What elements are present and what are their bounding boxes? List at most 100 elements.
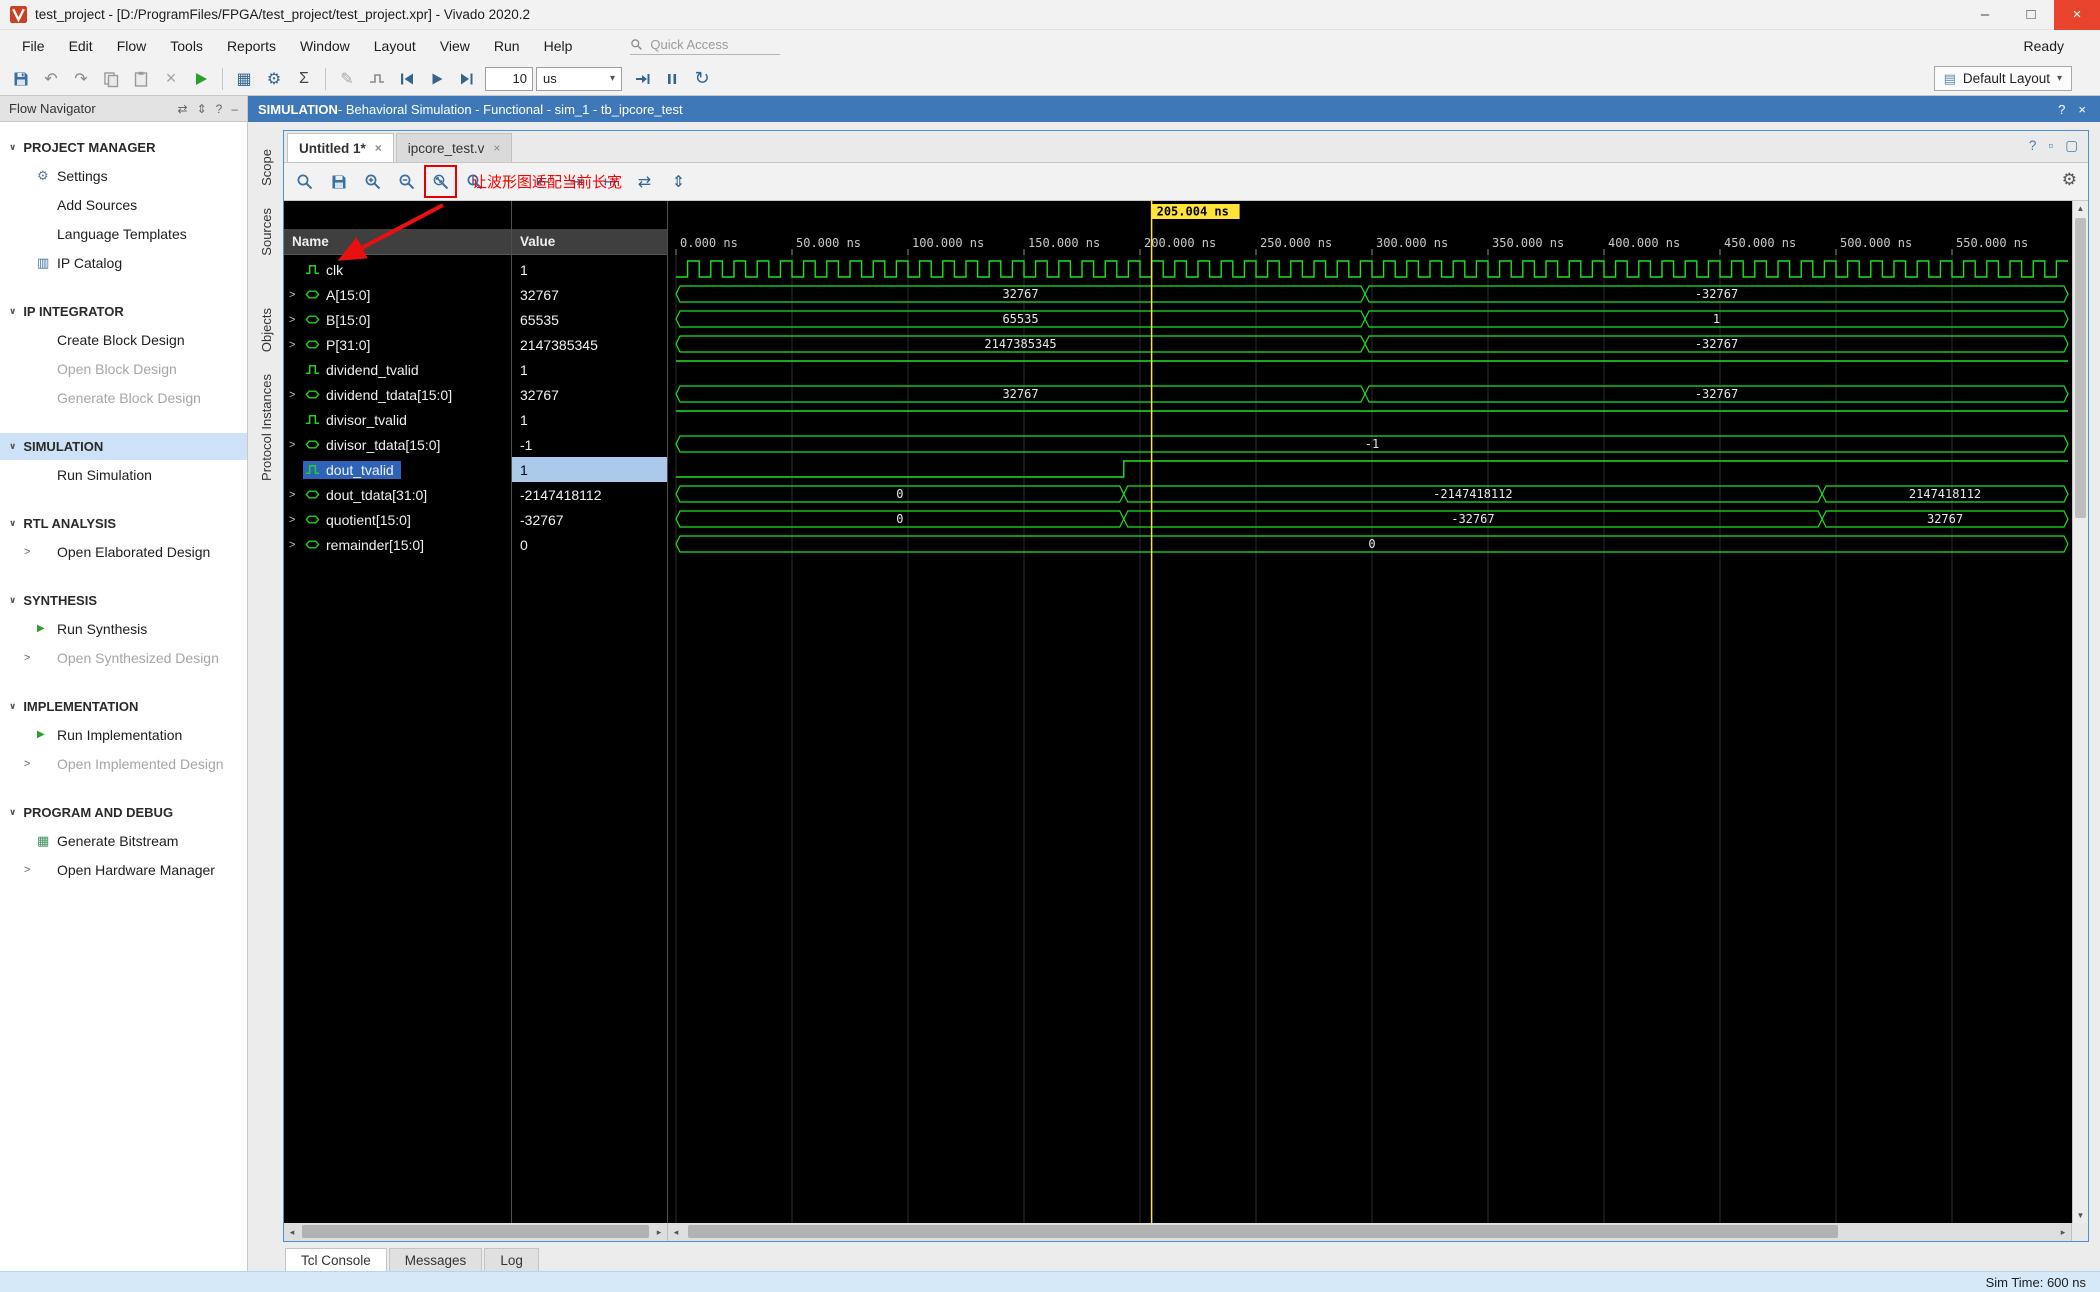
names-horizontal-scrollbar[interactable]: ◂ ▸	[284, 1223, 668, 1241]
zoom-out-icon[interactable]	[393, 168, 420, 195]
menu-tools[interactable]: Tools	[158, 33, 215, 59]
name-column-header[interactable]: Name	[284, 229, 511, 255]
menu-file[interactable]: File	[10, 33, 57, 59]
run-all-icon[interactable]	[422, 65, 452, 93]
expand-icon[interactable]: >	[289, 389, 303, 401]
waveform-canvas[interactable]: 0.000 ns 50.000 ns 100.000 ns 150.000 ns 200…	[668, 201, 2072, 1223]
flow-item-language-templates[interactable]: Language Templates	[0, 219, 247, 248]
float-icon[interactable]: ▫	[2048, 138, 2053, 154]
vertical-scrollbar[interactable]: ▲ ▼	[2072, 201, 2088, 1223]
flow-item-ip-catalog[interactable]: ▥ IP Catalog	[0, 248, 247, 277]
maximize-button[interactable]: □	[2008, 0, 2054, 30]
minimize-icon[interactable]: –	[231, 102, 238, 116]
help-icon[interactable]: ?	[2029, 138, 2037, 154]
signal-value-a-15-0[interactable]: 32767	[512, 282, 667, 307]
signal-value-dividend-tdata-15-0[interactable]: 32767	[512, 382, 667, 407]
flow-item-open-hardware-manager[interactable]: > Open Hardware Manager	[0, 855, 247, 884]
bottom-tab-log[interactable]: Log	[484, 1248, 539, 1272]
menu-run[interactable]: Run	[482, 33, 532, 59]
flow-item-add-sources[interactable]: Add Sources	[0, 190, 247, 219]
flow-item-open-block-design[interactable]: Open Block Design	[0, 354, 247, 383]
toggle-icon[interactable]: ⇄	[178, 102, 188, 116]
signal-value-dout-tvalid[interactable]: 1	[512, 457, 667, 482]
signal-value-clk[interactable]: 1	[512, 257, 667, 282]
tab-untitled-1[interactable]: Untitled 1* ×	[287, 133, 394, 162]
run-for-time-icon[interactable]	[452, 65, 482, 93]
signal-name-row-clk[interactable]: clk	[284, 257, 511, 282]
dashboard-icon[interactable]: ▦	[229, 65, 259, 93]
reports-icon[interactable]: Σ	[289, 65, 319, 93]
menu-window[interactable]: Window	[288, 33, 362, 59]
signal-name-row-remainder-15-0[interactable]: > remainder[15:0]	[284, 532, 511, 557]
close-icon[interactable]: ×	[2078, 102, 2086, 117]
edit-icon[interactable]: ✎	[332, 65, 362, 93]
signal-name-row-divisor-tdata-15-0[interactable]: > divisor_tdata[15:0]	[284, 432, 511, 457]
zoom-in-icon[interactable]	[359, 168, 386, 195]
wave-horizontal-scrollbar[interactable]: ◂ ▸	[668, 1223, 2072, 1241]
flow-item-generate-bitstream[interactable]: ▦ Generate Bitstream	[0, 826, 247, 855]
help-icon[interactable]: ?	[216, 102, 223, 116]
maximize-icon[interactable]: ▢	[2065, 138, 2078, 154]
flow-item-open-elaborated-design[interactable]: > Open Elaborated Design	[0, 537, 247, 566]
signal-name-row-dividend-tdata-15-0[interactable]: > dividend_tdata[15:0]	[284, 382, 511, 407]
names-scrollbar-thumb[interactable]	[302, 1225, 649, 1238]
signal-value-quotient-15-0[interactable]: -32767	[512, 507, 667, 532]
restart-icon[interactable]	[392, 65, 422, 93]
flow-section-header-simulation[interactable]: ∨ SIMULATION	[0, 433, 247, 460]
expand-icon[interactable]: >	[289, 289, 303, 301]
run-time-input[interactable]: 10	[485, 66, 533, 91]
help-icon[interactable]: ?	[2058, 102, 2065, 117]
expand-icon[interactable]: >	[289, 439, 303, 451]
expand-icon[interactable]: >	[289, 314, 303, 326]
close-button[interactable]: ×	[2054, 0, 2100, 30]
search-icon[interactable]	[291, 168, 318, 195]
flow-section-header-synthesis[interactable]: ∨ SYNTHESIS	[0, 587, 247, 614]
scroll-left-icon[interactable]: ◂	[284, 1223, 300, 1241]
menu-flow[interactable]: Flow	[105, 33, 159, 59]
signal-value-divisor-tdata-15-0[interactable]: -1	[512, 432, 667, 457]
signal-value-p-31-0[interactable]: 2147385345	[512, 332, 667, 357]
signal-name-row-dout-tdata-31-0[interactable]: > dout_tdata[31:0]	[284, 482, 511, 507]
switch-icon[interactable]: ⇕	[197, 102, 207, 116]
flow-item-settings[interactable]: ⚙ Settings	[0, 161, 247, 190]
signal-value-dout-tdata-31-0[interactable]: -2147418112	[512, 482, 667, 507]
wave-scrollbar-thumb[interactable]	[688, 1225, 1838, 1238]
signal-value-b-15-0[interactable]: 65535	[512, 307, 667, 332]
side-tab-scope[interactable]: Scope	[259, 140, 274, 195]
flow-item-create-block-design[interactable]: Create Block Design	[0, 325, 247, 354]
quick-access-search[interactable]: Quick Access	[630, 37, 781, 55]
signal-name-row-a-15-0[interactable]: > A[15:0]	[284, 282, 511, 307]
redo-icon[interactable]: ↷	[66, 65, 96, 93]
bottom-tab-messages[interactable]: Messages	[388, 1248, 483, 1272]
run-icon[interactable]	[186, 65, 216, 93]
menu-view[interactable]: View	[428, 33, 482, 59]
side-tab-protocol-instances[interactable]: Protocol Instances	[259, 365, 274, 490]
flow-item-open-implemented-design[interactable]: > Open Implemented Design	[0, 749, 247, 778]
step-icon[interactable]	[627, 65, 657, 93]
flow-section-header-implementation[interactable]: ∨ IMPLEMENTATION	[0, 693, 247, 720]
gear-icon[interactable]: ⚙	[2062, 170, 2077, 190]
side-tab-objects[interactable]: Objects	[259, 299, 274, 361]
vertical-scrollbar-thumb[interactable]	[2075, 218, 2086, 518]
flow-section-header-project-manager[interactable]: ∨ PROJECT MANAGER	[0, 134, 247, 161]
flow-item-run-synthesis[interactable]: ▶ Run Synthesis	[0, 614, 247, 643]
signal-value-remainder-15-0[interactable]: 0	[512, 532, 667, 557]
probe-icon[interactable]	[362, 65, 392, 93]
side-tab-sources[interactable]: Sources	[259, 199, 274, 265]
close-tab-icon[interactable]: ×	[375, 141, 382, 155]
scroll-down-icon[interactable]: ▼	[2073, 1208, 2088, 1223]
flow-item-run-implementation[interactable]: ▶ Run Implementation	[0, 720, 247, 749]
menu-layout[interactable]: Layout	[362, 33, 428, 59]
expand-icon[interactable]: >	[289, 514, 303, 526]
signal-name-row-b-15-0[interactable]: > B[15:0]	[284, 307, 511, 332]
signal-value-divisor-tvalid[interactable]: 1	[512, 407, 667, 432]
tab-ipcore-test-v[interactable]: ipcore_test.v ×	[395, 133, 513, 162]
signal-name-row-divisor-tvalid[interactable]: divisor_tvalid	[284, 407, 511, 432]
layout-select[interactable]: ▤ Default Layout ▾	[1933, 66, 2072, 91]
bottom-tab-tcl-console[interactable]: Tcl Console	[285, 1248, 387, 1272]
signal-name-row-dout-tvalid[interactable]: dout_tvalid	[284, 457, 511, 482]
expand-icon[interactable]: >	[289, 339, 303, 351]
copy-icon[interactable]	[96, 65, 126, 93]
flow-section-header-ip-integrator[interactable]: ∨ IP INTEGRATOR	[0, 298, 247, 325]
menu-edit[interactable]: Edit	[57, 33, 105, 59]
